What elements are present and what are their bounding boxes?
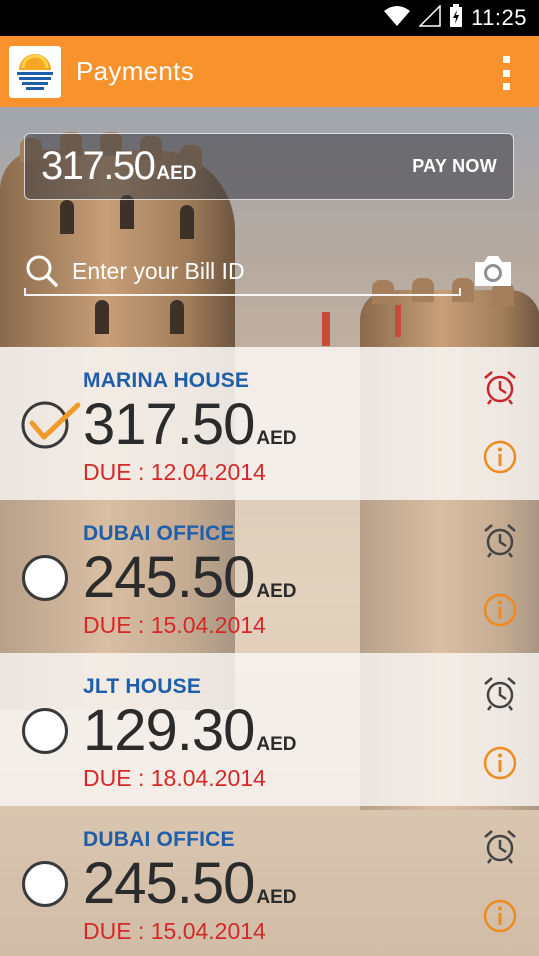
wall-slot xyxy=(95,300,109,334)
checked-radio-icon[interactable] xyxy=(20,395,82,451)
info-icon[interactable] xyxy=(482,439,518,475)
bill-due-date: DUE : 18.04.2014 xyxy=(83,765,266,791)
bill-currency: AED xyxy=(256,428,297,449)
bill-name: DUBAI OFFICE xyxy=(83,828,235,851)
camera-icon[interactable] xyxy=(472,254,514,288)
bill-item[interactable]: DUBAI OFFICE 245.50 AED DUE : 15.04.2014 xyxy=(0,500,539,653)
wall-slot xyxy=(120,195,134,229)
alarm-clock-icon[interactable] xyxy=(482,369,518,405)
bill-name: MARINA HOUSE xyxy=(83,369,250,392)
alarm-clock-icon[interactable] xyxy=(482,522,518,558)
wall-slot xyxy=(170,300,184,334)
info-icon[interactable] xyxy=(482,592,518,628)
bill-item[interactable]: JLT HOUSE 129.30 AED DUE : 18.04.2014 xyxy=(0,653,539,806)
wall-slot xyxy=(180,205,194,239)
wifi-icon xyxy=(383,5,411,32)
radio-button[interactable] xyxy=(22,708,68,754)
search-bar xyxy=(24,248,461,296)
alarm-clock-icon[interactable] xyxy=(482,675,518,711)
status-time: 11:25 xyxy=(471,5,527,30)
pay-box: 317.50 AED PAY NOW xyxy=(24,133,514,200)
bill-name: JLT HOUSE xyxy=(83,675,202,698)
alarm-clock-icon[interactable] xyxy=(482,828,518,864)
overflow-menu-icon[interactable] xyxy=(501,56,511,90)
pay-currency: AED xyxy=(156,162,197,184)
bill-currency: AED xyxy=(256,734,297,755)
bill-item[interactable]: DUBAI OFFICE 245.50 AED DUE : 15.04.2014 xyxy=(0,806,539,956)
bill-currency: AED xyxy=(256,887,297,908)
bill-item[interactable]: MARINA HOUSE 317.50 AED DUE : 12.04.2014 xyxy=(0,347,539,500)
flag xyxy=(322,312,330,346)
pay-amount: 317.50 xyxy=(41,144,156,188)
radio-button[interactable] xyxy=(22,555,68,601)
search-icon xyxy=(26,255,58,287)
status-bar: 11:25 xyxy=(0,0,539,36)
pay-now-button[interactable]: PAY NOW xyxy=(412,156,497,177)
bill-due-date: DUE : 15.04.2014 xyxy=(83,612,266,638)
info-icon[interactable] xyxy=(482,745,518,781)
flag xyxy=(395,305,401,337)
page-title: Payments xyxy=(76,56,195,86)
bill-id-input[interactable] xyxy=(72,251,461,291)
sun-logo-icon xyxy=(17,53,53,90)
radio-button[interactable] xyxy=(22,861,68,907)
info-icon[interactable] xyxy=(482,898,518,934)
wall-slot xyxy=(60,200,74,234)
bill-due-date: DUE : 12.04.2014 xyxy=(83,459,266,485)
app-bar: Payments xyxy=(0,36,539,107)
bill-currency: AED xyxy=(256,581,297,602)
app-logo[interactable] xyxy=(9,45,61,98)
battery-charging-icon xyxy=(449,3,463,33)
signal-icon xyxy=(418,3,441,32)
bill-due-date: DUE : 15.04.2014 xyxy=(83,918,266,944)
bill-name: DUBAI OFFICE xyxy=(83,522,235,545)
